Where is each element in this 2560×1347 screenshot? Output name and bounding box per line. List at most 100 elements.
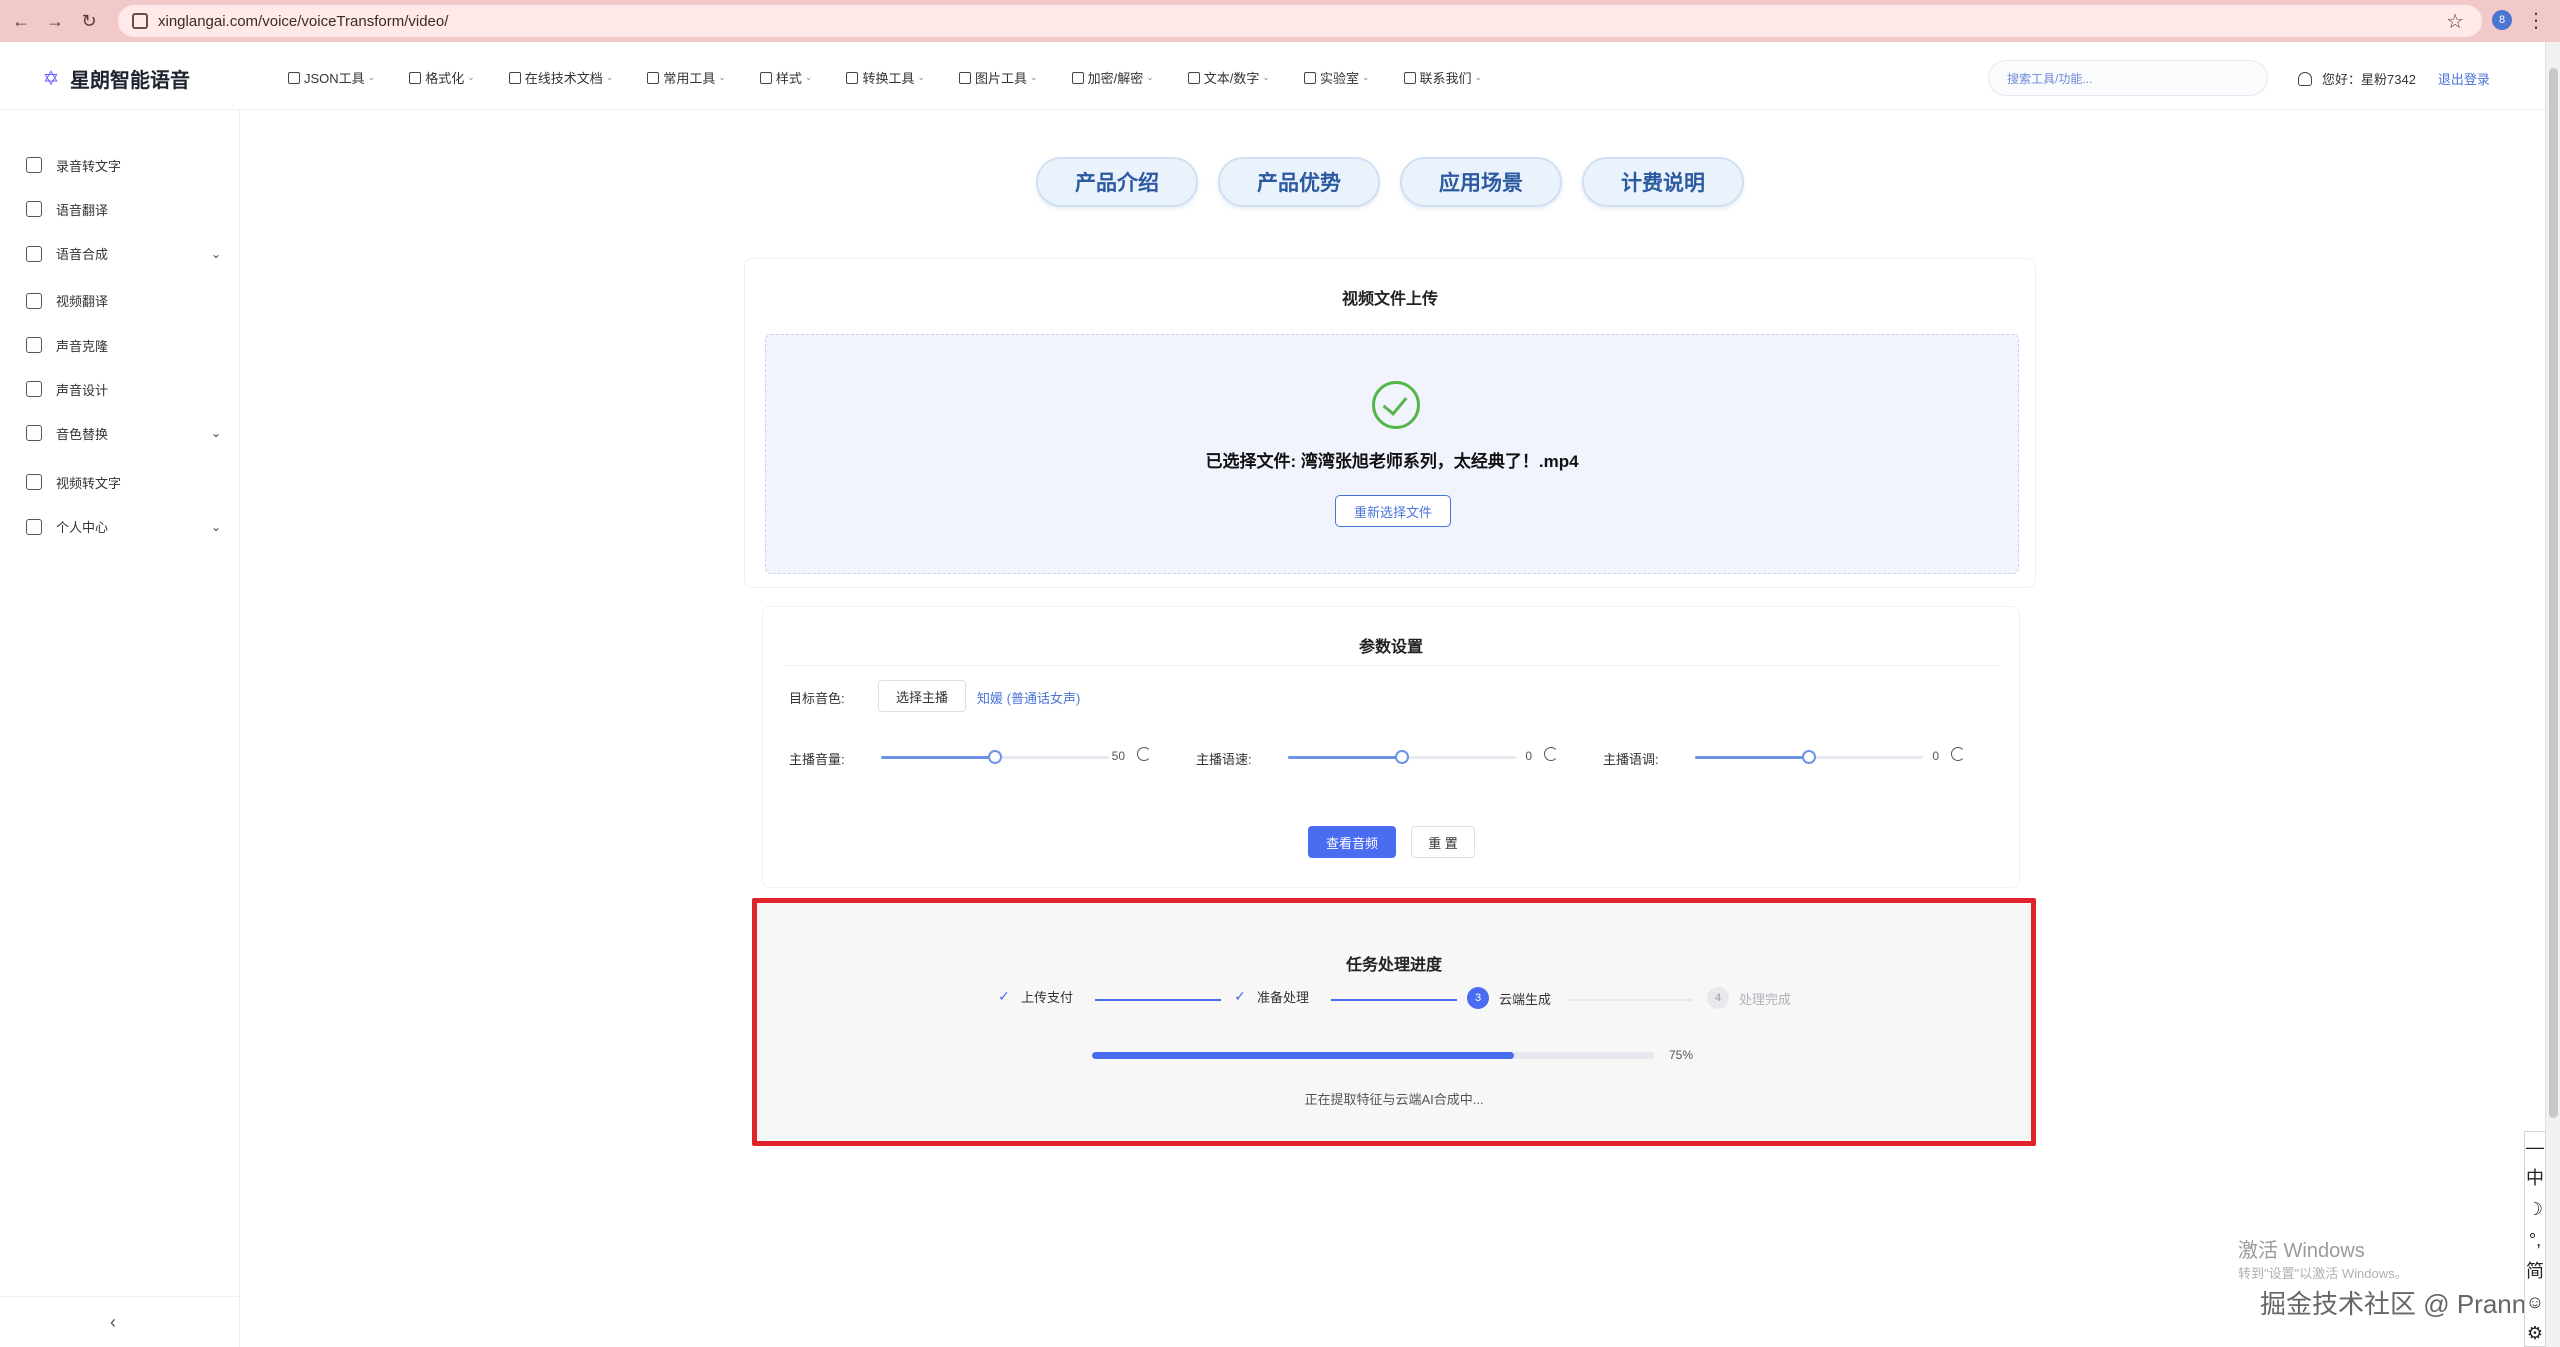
progress-step-2: 3 云端生成 bbox=[1467, 987, 1551, 1009]
user-icon bbox=[2298, 71, 2312, 86]
address-bar[interactable]: xinglangai.com/voice/voiceTransform/vide… bbox=[118, 5, 2482, 37]
ime-button-3[interactable]: °, bbox=[2529, 1225, 2541, 1256]
sidebar-item-label: 声音设计 bbox=[56, 382, 109, 398]
sidebar-item-2[interactable]: 语音合成 ⌄ bbox=[26, 244, 221, 263]
speaker-icon bbox=[26, 157, 42, 174]
upload-card: 视频文件上传 已选择文件: 湾湾张旭老师系列，太经典了！.mp4 重新选择文件 bbox=[744, 258, 2036, 588]
upload-dropzone[interactable]: 已选择文件: 湾湾张旭老师系列，太经典了！.mp4 重新选择文件 bbox=[765, 334, 2019, 574]
menu-item-label: 样式 bbox=[775, 71, 802, 86]
refresh-icon[interactable] bbox=[1137, 747, 1151, 761]
preview-audio-button[interactable]: 查看音频 bbox=[1308, 826, 1396, 858]
step-number: 3 bbox=[1467, 987, 1489, 1009]
ime-button-5[interactable]: ☺ bbox=[2526, 1287, 2544, 1318]
menu-item-9[interactable]: 实验室 ⌄ bbox=[1303, 68, 1370, 87]
menu-item-1[interactable]: 格式化 ⌄ bbox=[409, 68, 475, 87]
menu-item-0[interactable]: JSON工具 ⌄ bbox=[288, 68, 375, 87]
sidebar-item-5[interactable]: 声音设计 bbox=[26, 380, 221, 399]
progress-title: 任务处理进度 bbox=[1345, 957, 1442, 974]
sidebar-item-6[interactable]: 音色替换 ⌄ bbox=[26, 424, 221, 443]
choose-anchor-button[interactable]: 选择主播 bbox=[878, 680, 966, 712]
params-title: 参数设置 bbox=[1358, 639, 1423, 656]
chevron-down-icon[interactable]: ⌄ bbox=[211, 247, 221, 261]
ime-button-6[interactable]: ⚙ bbox=[2527, 1318, 2543, 1347]
slider-value: 0 bbox=[1932, 749, 1939, 763]
collapse-sidebar-icon[interactable]: ‹ bbox=[110, 1312, 116, 1333]
progress-percent: 75% bbox=[1669, 1048, 1694, 1062]
back-icon[interactable]: ← bbox=[8, 8, 34, 34]
menu-item-10[interactable]: 联系我们 ⌄ bbox=[1403, 68, 1482, 87]
menu-item-4[interactable]: 样式 ⌄ bbox=[759, 68, 812, 87]
tab-3[interactable]: 计费说明 bbox=[1582, 157, 1744, 207]
ime-button-0[interactable]: — bbox=[2526, 1132, 2544, 1163]
task-progress-card: 任务处理进度 75% 正在提取特征与云端AI合成中... ✓ 上传支付 ✓ 准备处理 3… bbox=[752, 898, 2036, 1146]
sidebar-item-3[interactable]: 视频翻译 bbox=[26, 291, 221, 310]
menu-item-label: 加密/解密 bbox=[1087, 71, 1144, 86]
slider-thumb[interactable] bbox=[1802, 750, 1816, 764]
sidebar-item-7[interactable]: 视频转文字 bbox=[26, 473, 221, 492]
tab-1[interactable]: 产品优势 bbox=[1218, 157, 1380, 207]
microphone-icon bbox=[26, 245, 42, 262]
chevron-down-icon[interactable]: ⌄ bbox=[211, 426, 221, 440]
browser-menu-icon[interactable]: ⋮ bbox=[2526, 8, 2546, 33]
chevron-down-icon: ⌄ bbox=[367, 72, 376, 82]
refresh-icon[interactable] bbox=[1544, 747, 1558, 761]
ime-button-4[interactable]: 简 bbox=[2526, 1256, 2544, 1287]
scrollbar-thumb[interactable] bbox=[2549, 68, 2558, 1118]
progress-step-3: 4 处理完成 bbox=[1707, 987, 1791, 1009]
sidebar-item-0[interactable]: 录音转文字 bbox=[26, 156, 221, 175]
reselect-file-button[interactable]: 重新选择文件 bbox=[1335, 495, 1451, 527]
chevron-down-icon[interactable]: ⌄ bbox=[211, 520, 221, 534]
step-connector bbox=[1331, 999, 1457, 1001]
forward-icon[interactable]: → bbox=[42, 8, 68, 34]
main-menu: JSON工具 ⌄ 格式化 ⌄ 在线技术文档 ⌄ 常用工具 ⌄ 样式 ⌄ 转换工具 ⌄ 图片工具 ⌄ 加密/解… bbox=[288, 68, 1516, 87]
menu-item-3[interactable]: 常用工具 ⌄ bbox=[647, 68, 726, 87]
menu-item-2[interactable]: 在线技术文档 ⌄ bbox=[508, 68, 613, 87]
logout-link[interactable]: 退出登录 bbox=[2438, 69, 2490, 88]
lock-icon bbox=[1071, 71, 1084, 84]
reload-icon[interactable]: ↻ bbox=[76, 8, 102, 34]
sidebar-item-label: 语音翻译 bbox=[56, 202, 109, 218]
slider-label: 主播语调: bbox=[1603, 752, 1659, 767]
brush-icon bbox=[759, 71, 772, 84]
tab-0[interactable]: 产品介绍 bbox=[1036, 157, 1198, 207]
chevron-down-icon: ⌄ bbox=[1146, 72, 1154, 82]
params-divider bbox=[785, 665, 1999, 666]
profile-avatar-icon[interactable]: 8 bbox=[2492, 10, 2512, 30]
menu-item-label: 实验室 bbox=[1319, 71, 1359, 86]
refresh-icon[interactable] bbox=[1951, 747, 1965, 761]
menu-item-6[interactable]: 图片工具 ⌄ bbox=[959, 68, 1038, 87]
site-info-icon[interactable] bbox=[132, 13, 148, 29]
brand-logo[interactable]: ✡ 星朗智能语音 bbox=[40, 64, 190, 93]
sidebar-item-1[interactable]: 语音翻译 bbox=[26, 200, 221, 219]
slider-thumb[interactable] bbox=[1395, 750, 1409, 764]
ime-button-2[interactable]: ☽ bbox=[2527, 1194, 2543, 1225]
sidebar-divider bbox=[0, 1296, 240, 1297]
bookmark-star-icon[interactable]: ☆ bbox=[2446, 9, 2464, 34]
menu-item-5[interactable]: 转换工具 ⌄ bbox=[846, 68, 925, 87]
sidebar-item-4[interactable]: 声音克隆 bbox=[26, 336, 221, 355]
menu-item-7[interactable]: 加密/解密 ⌄ bbox=[1071, 68, 1154, 87]
edit-icon bbox=[846, 71, 859, 84]
translate-icon bbox=[26, 201, 42, 218]
tab-2[interactable]: 应用场景 bbox=[1400, 157, 1562, 207]
slider-value: 0 bbox=[1525, 749, 1532, 763]
ime-button-1[interactable]: 中 bbox=[2526, 1163, 2544, 1194]
slider-group-1: 主播语速: 0 bbox=[1196, 743, 1566, 771]
ime-toolbar: — 中 ☽ °, 简 ☺ ⚙ bbox=[2524, 1131, 2546, 1347]
slider-thumb[interactable] bbox=[988, 750, 1002, 764]
search-input[interactable]: 搜索工具/功能... bbox=[1988, 60, 2268, 96]
chevron-down-icon: ⌄ bbox=[718, 72, 726, 82]
sidebar-item-label: 声音克隆 bbox=[56, 338, 109, 354]
selected-file-text: 已选择文件: 湾湾张旭老师系列，太经典了！.mp4 bbox=[1205, 452, 1579, 471]
sidebar-item-8[interactable]: 个人中心 ⌄ bbox=[26, 517, 221, 536]
reset-button[interactable]: 重 置 bbox=[1411, 826, 1475, 858]
slider-label: 主播语速: bbox=[1196, 752, 1252, 767]
menu-item-8[interactable]: 文本/数字 ⌄ bbox=[1187, 68, 1270, 87]
page-scrollbar[interactable] bbox=[2545, 42, 2560, 1347]
image-icon bbox=[959, 71, 972, 84]
progress-step-0: ✓ 上传支付 bbox=[995, 987, 1073, 1006]
feature-tabs: 产品介绍 产品优势 应用场景 计费说明 bbox=[1036, 157, 1764, 207]
slider-fill bbox=[1288, 756, 1402, 759]
edit-icon bbox=[1187, 71, 1200, 84]
selected-voice-name[interactable]: 知媛 (普通话女声) bbox=[977, 688, 1080, 707]
